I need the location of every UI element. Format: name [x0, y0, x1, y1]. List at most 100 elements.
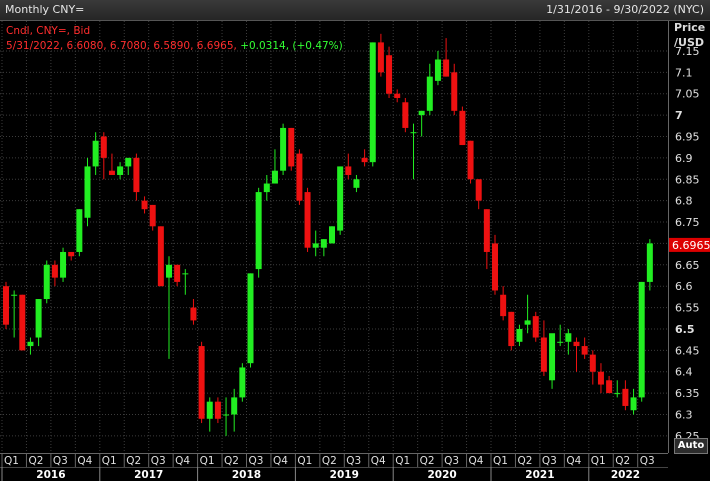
candle-body: [263, 183, 270, 193]
candle-body: [402, 102, 409, 128]
candle: [255, 187, 262, 278]
candle: [459, 106, 466, 146]
candle-body: [467, 140, 474, 180]
candle-body: [255, 192, 262, 270]
candle-body: [386, 55, 393, 94]
candle-body: [337, 166, 344, 231]
candle-body: [288, 127, 295, 167]
candle-body: [377, 42, 384, 73]
y-tick-label: 7.05: [675, 88, 700, 101]
quarter-label: Q3: [542, 455, 557, 467]
y-tick-label: 6.6: [675, 280, 693, 293]
candle: [337, 166, 344, 235]
quarter-label: Q1: [102, 455, 117, 467]
quarter-label: Q3: [640, 455, 655, 467]
candle-body: [483, 209, 490, 252]
y-tick-label: 6.95: [675, 130, 700, 143]
candle-body: [418, 110, 425, 116]
candle-body: [19, 294, 26, 351]
y-tick-label: 7.1: [675, 66, 693, 79]
candle-body: [549, 333, 556, 381]
candle: [280, 123, 287, 175]
candle-body: [622, 388, 629, 406]
candle-body: [76, 209, 83, 252]
y-axis: 7.157.17.0576.956.96.856.86.756.76.656.6…: [668, 21, 710, 453]
candle-body: [11, 294, 18, 296]
candle: [638, 281, 645, 402]
candle-body: [475, 179, 482, 201]
quarter-label: Q2: [517, 455, 532, 467]
y-tick-label: 6.4: [675, 366, 693, 379]
candle-body: [125, 157, 132, 167]
candle: [304, 187, 311, 252]
y-tick-label: 6.5: [675, 323, 695, 336]
candle: [296, 149, 303, 205]
candle-body: [614, 393, 621, 395]
candle-body: [223, 414, 230, 416]
quarter-label: Q2: [420, 455, 435, 467]
quarter-label: Q2: [126, 455, 141, 467]
candle-body: [247, 273, 254, 364]
year-label: 2020: [427, 469, 456, 481]
y-tick-label: 6.9: [675, 152, 693, 165]
y-tick-label: 6.3: [675, 409, 693, 422]
y-tick-label: 6.65: [675, 259, 700, 272]
last-price-label: 6.6965: [672, 239, 710, 252]
quarter-label: Q2: [322, 455, 337, 467]
legend-series: Cndl, CNY=, Bid: [6, 25, 91, 37]
quarter-label: Q1: [297, 455, 312, 467]
auto-scale-button[interactable]: Auto: [674, 438, 708, 454]
quarter-label: Q3: [53, 455, 68, 467]
candle-body: [353, 179, 360, 188]
candle: [3, 281, 9, 329]
candle-body: [508, 311, 515, 347]
price-axis-title: Price: [674, 21, 706, 34]
candle-body: [557, 341, 564, 343]
candle-body: [451, 72, 458, 111]
candle-body: [157, 226, 164, 287]
quarter-label: Q2: [28, 455, 43, 467]
candle-body: [589, 354, 596, 372]
candlestick-chart[interactable]: Q1 Q2 Q3 Q4 Q1 Q2 Q3 Q4 Q1 Q2 Q3 Q4 Q1 Q2 Q3 Q4 Q1 Q2 Q3 Q4…: [0, 0, 710, 481]
unit-axis-title: /USD: [674, 36, 705, 49]
candle-body: [459, 110, 466, 146]
x-axis: Q1 Q2 Q3 Q4 Q1 Q2 Q3 Q4 Q1 Q2 Q3 Q4 Q1 Q2 Q3 Q4 Q1 Q2 Q3 Q4…: [0, 453, 710, 481]
candle-body: [108, 170, 115, 175]
year-label: 2016: [36, 469, 65, 481]
candle-body: [174, 264, 181, 282]
candle-body: [320, 239, 327, 248]
candle-body: [141, 200, 148, 210]
candle-body: [345, 166, 352, 175]
candle: [402, 97, 409, 133]
candle-body: [394, 93, 401, 98]
candle-body: [214, 401, 221, 419]
quarter-label: Q1: [4, 455, 19, 467]
candle: [76, 209, 83, 257]
candle-body: [304, 192, 311, 248]
candle-body: [100, 136, 107, 158]
candle-body: [606, 380, 613, 394]
quarter-label: Q2: [224, 455, 239, 467]
candle-body: [3, 286, 9, 325]
quarter-label: Q1: [200, 455, 215, 467]
candle: [288, 127, 295, 171]
candle: [198, 341, 205, 424]
candle: [84, 157, 91, 227]
candle-body: [231, 397, 238, 415]
quarter-label: Q4: [566, 455, 581, 467]
year-label: 2022: [611, 469, 640, 481]
candle: [60, 247, 67, 282]
candle-body: [166, 264, 172, 278]
y-tick-label: 7: [675, 109, 683, 122]
candle-body: [84, 166, 91, 218]
candle-body: [524, 320, 531, 325]
candle-body: [117, 166, 124, 175]
quarter-label: Q1: [395, 455, 410, 467]
candle-body: [565, 333, 572, 342]
quarter-label: Q3: [444, 455, 459, 467]
candle-body: [190, 307, 197, 321]
candle: [157, 226, 164, 287]
legend-change: +0.0314, (+0.47%): [240, 40, 343, 52]
candle-body: [206, 401, 213, 419]
year-label: 2018: [232, 469, 261, 481]
